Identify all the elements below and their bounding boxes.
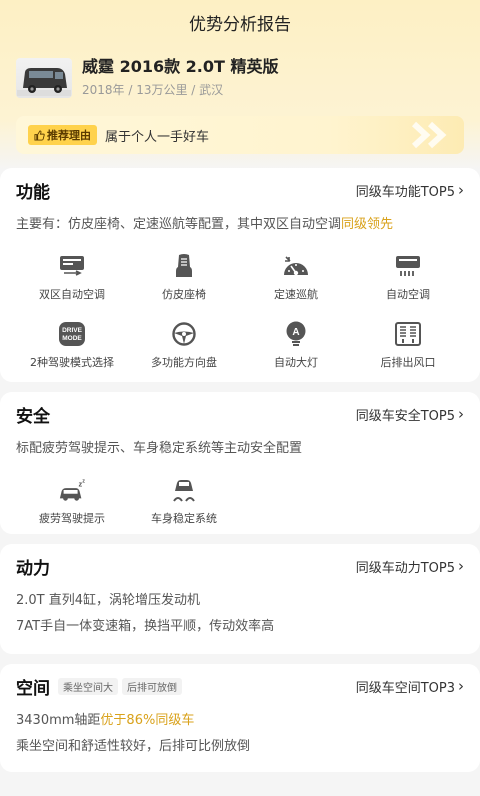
feature-drive-mode[interactable]: DRIVE MODE 2种驾驶模式选择 — [16, 320, 128, 380]
chevron-right-icon: › — [458, 677, 464, 695]
power-top5-link[interactable]: 同级车动力TOP5 › — [356, 557, 464, 576]
feature-steering-wheel[interactable]: 多功能方向盘 — [128, 320, 240, 380]
feature-label: 车身稳定系统 — [151, 512, 217, 525]
chevron-right-icon: › — [458, 405, 464, 423]
function-top5-label: 同级车功能TOP5 — [355, 184, 455, 200]
stability-control-icon — [170, 476, 198, 504]
rear-vent-icon — [394, 320, 422, 348]
feature-auto-headlight[interactable]: A 自动大灯 — [240, 320, 352, 380]
feature-dual-zone-ac[interactable]: 双区自动空调 — [16, 252, 128, 312]
page-title: 优势分析报告 — [189, 14, 291, 35]
car-summary[interactable]: 威霆 2016款 2.0T 精英版 2018年 / 13万公里 / 武汉 — [0, 44, 480, 104]
recommend-reason: 推荐理由 属于个人一手好车 — [16, 116, 464, 154]
space-top3-link[interactable]: 同级车空间TOP3 › — [356, 677, 464, 696]
space-tag: 后排可放倒 — [122, 677, 182, 695]
car-image-icon — [17, 68, 71, 96]
double-chevron-icon — [411, 121, 447, 149]
recommend-text: 属于个人一手好车 — [105, 129, 210, 145]
function-title: 功能 — [16, 182, 50, 203]
page-header: 优势分析报告 — [0, 0, 480, 44]
power-top5-label: 同级车动力TOP5 — [355, 560, 455, 576]
svg-text:DRIVE: DRIVE — [62, 327, 83, 334]
dual-zone-ac-icon — [58, 252, 86, 280]
safety-top5-link[interactable]: 同级车安全TOP5 › — [356, 405, 464, 424]
power-engine: 2.0T 直列4缸，涡轮增压发动机 — [16, 593, 201, 608]
svg-text:z: z — [82, 479, 85, 485]
recommend-tag: 推荐理由 — [28, 125, 97, 145]
space-wheelbase: 3430mm轴距优于86%同级车 — [16, 708, 464, 734]
feature-label: 多功能方向盘 — [151, 356, 217, 369]
svg-text:A: A — [292, 327, 299, 338]
safety-title: 安全 — [16, 406, 50, 427]
wheelbase-text: 3430mm轴距 — [16, 713, 101, 728]
chevron-right-icon: › — [458, 181, 464, 199]
car-meta: 2018年 / 13万公里 / 武汉 — [82, 83, 224, 97]
function-desc: 主要有：仿皮座椅、定速巡航等配置，其中双区自动空调同级领先 — [16, 212, 464, 238]
safety-card: 安全 同级车安全TOP5 › 标配疲劳驾驶提示、车身稳定系统等主动安全配置 zz… — [0, 392, 480, 534]
function-grid: 双区自动空调 仿皮座椅 定速巡航 自动空调 DRIVE MODE 2种驾驶模式选择 — [16, 252, 464, 380]
feature-label: 2种驾驶模式选择 — [30, 356, 114, 369]
space-header: 空间 乘坐空间大 后排可放倒 — [16, 674, 182, 699]
space-title: 空间 — [16, 678, 50, 699]
feature-label: 自动空调 — [386, 288, 430, 301]
power-card: 动力 同级车动力TOP5 › 2.0T 直列4缸，涡轮增压发动机 7AT手自一体… — [0, 544, 480, 654]
thumbs-up-icon — [34, 129, 45, 141]
feature-rear-vent[interactable]: 后排出风口 — [352, 320, 464, 380]
safety-desc: 标配疲劳驾驶提示、车身稳定系统等主动安全配置 — [16, 441, 303, 456]
car-name: 威霆 2016款 2.0T 精英版 — [82, 57, 279, 76]
auto-ac-icon — [394, 252, 422, 280]
space-comfort: 乘坐空间和舒适性较好，后排可比例放倒 — [16, 739, 251, 754]
feature-label: 仿皮座椅 — [162, 288, 206, 301]
feature-leather-seat[interactable]: 仿皮座椅 — [128, 252, 240, 312]
power-title: 动力 — [16, 558, 50, 579]
car-thumbnail[interactable] — [16, 58, 72, 98]
feature-label: 自动大灯 — [274, 356, 318, 369]
feature-cruise-control[interactable]: 定速巡航 — [240, 252, 352, 312]
feature-stability-control[interactable]: 车身稳定系统 — [128, 476, 240, 534]
feature-fatigue-alert[interactable]: zz 疲劳驾驶提示 — [16, 476, 128, 534]
feature-label: 疲劳驾驶提示 — [39, 512, 105, 525]
function-top5-link[interactable]: 同级车功能TOP5 › — [356, 181, 464, 200]
steering-wheel-icon — [170, 320, 198, 348]
drive-mode-icon: DRIVE MODE — [58, 320, 86, 348]
space-card: 空间 乘坐空间大 后排可放倒 同级车空间TOP3 › 3430mm轴距优于86%… — [0, 664, 480, 772]
cruise-control-icon — [282, 252, 310, 280]
safety-top5-label: 同级车安全TOP5 — [355, 408, 455, 424]
feature-label: 定速巡航 — [274, 288, 318, 301]
wheelbase-highlight: 优于86%同级车 — [100, 713, 195, 728]
fatigue-alert-icon: zz — [58, 476, 86, 504]
feature-label: 双区自动空调 — [39, 288, 105, 301]
feature-auto-ac[interactable]: 自动空调 — [352, 252, 464, 312]
leather-seat-icon — [170, 252, 198, 280]
auto-headlight-icon: A — [282, 320, 310, 348]
space-tag: 乘坐空间大 — [58, 677, 118, 695]
chevron-right-icon: › — [458, 557, 464, 575]
recommend-tag-label: 推荐理由 — [47, 129, 91, 142]
function-card: 功能 同级车功能TOP5 › 主要有：仿皮座椅、定速巡航等配置，其中双区自动空调… — [0, 168, 480, 382]
safety-grid: zz 疲劳驾驶提示 车身稳定系统 — [16, 476, 464, 534]
svg-text:MODE: MODE — [62, 335, 82, 342]
feature-label: 后排出风口 — [380, 356, 436, 369]
space-top3-label: 同级车空间TOP3 — [355, 680, 455, 696]
function-desc-highlight: 同级领先 — [341, 217, 394, 232]
power-transmission: 7AT手自一体变速箱，换挡平顺，传动效率高 — [16, 619, 275, 634]
function-desc-text: 主要有：仿皮座椅、定速巡航等配置，其中双区自动空调 — [16, 217, 342, 232]
